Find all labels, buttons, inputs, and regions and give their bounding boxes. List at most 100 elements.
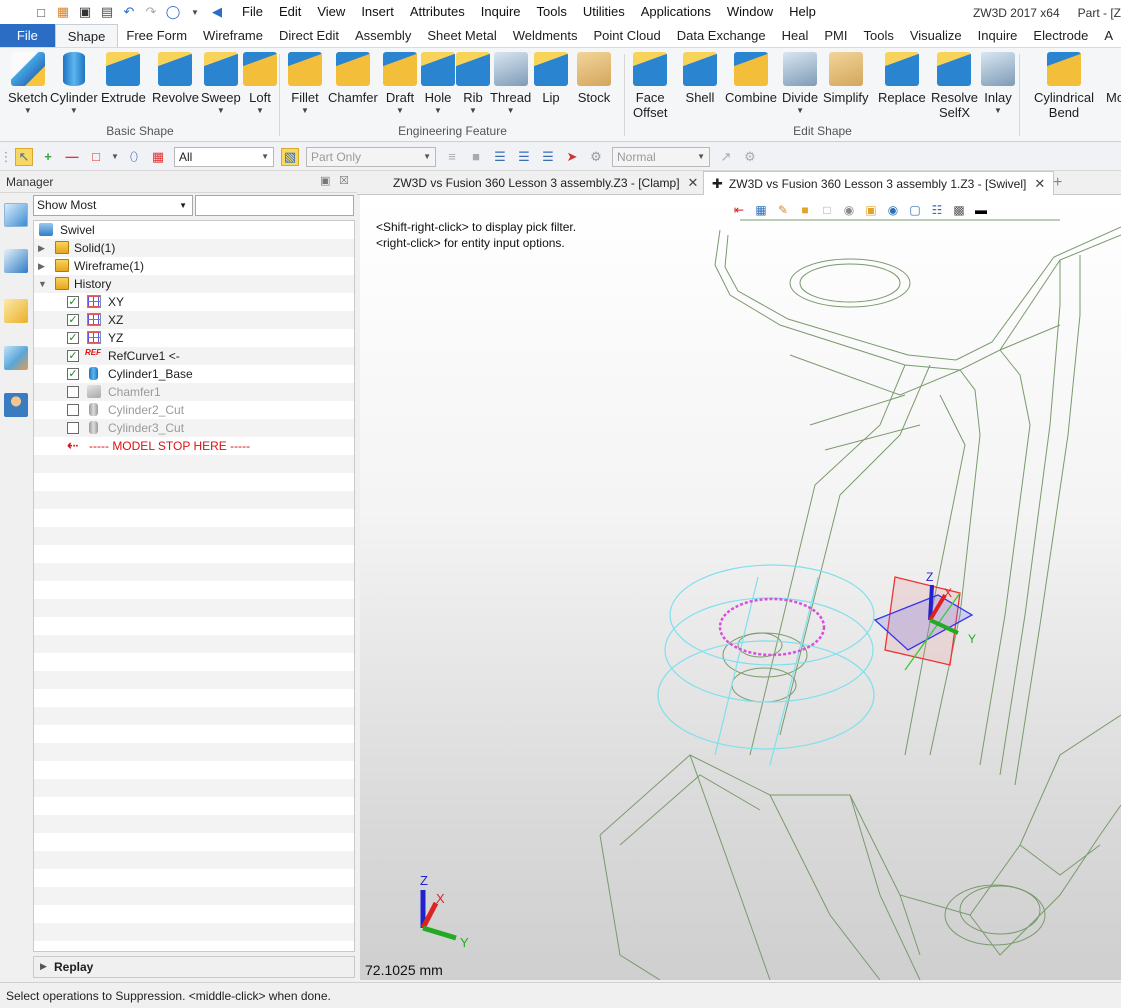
suppress-checkbox[interactable]: ✓ — [67, 296, 79, 308]
chevron-right-icon[interactable]: ▶ — [38, 239, 48, 257]
chevron-right-icon[interactable]: ▶ — [38, 257, 48, 275]
print-icon[interactable]: ▤ — [98, 3, 116, 21]
combine-button[interactable]: Combine — [725, 52, 777, 105]
stack-icon[interactable]: ≡ — [443, 148, 461, 166]
tree-item-yz[interactable]: ✓ YZ — [34, 329, 354, 347]
tab-file[interactable]: File — [0, 24, 55, 47]
simplify-button[interactable]: Simplify — [823, 52, 869, 105]
suppress-checkbox[interactable] — [67, 386, 79, 398]
display-icon[interactable]: ▩ — [950, 201, 968, 219]
fit-icon[interactable]: ▢ — [906, 201, 924, 219]
tree-item-xy[interactable]: ✓ XY — [34, 293, 354, 311]
suppress-checkbox[interactable]: ✓ — [67, 368, 79, 380]
menu-file[interactable]: File — [234, 0, 271, 24]
menu-attributes[interactable]: Attributes — [402, 0, 473, 24]
align-right-icon[interactable]: ☰ — [539, 148, 557, 166]
user-icon[interactable] — [4, 393, 28, 417]
sketch-button[interactable]: Sketch ▼ — [8, 52, 48, 117]
zoom-icon[interactable]: ◉ — [884, 201, 902, 219]
lock-icon[interactable]: ■ — [467, 148, 485, 166]
menu-edit[interactable]: Edit — [271, 0, 309, 24]
extrude-button[interactable]: Extrude — [101, 52, 146, 105]
dropdown-icon[interactable]: ▼ — [186, 3, 204, 21]
tree-root[interactable]: Swivel — [34, 221, 354, 239]
tree-item-history[interactable]: ▼ History — [34, 275, 354, 293]
tab-visualize[interactable]: Visualize — [902, 24, 970, 47]
close-tab-icon[interactable]: ✕ — [1034, 176, 1045, 191]
menu-utilities[interactable]: Utilities — [575, 0, 633, 24]
pointer-icon[interactable]: ➤ — [563, 148, 581, 166]
tab-direct-edit[interactable]: Direct Edit — [271, 24, 347, 47]
align-left-icon[interactable]: ☰ — [491, 148, 509, 166]
fillet-button[interactable]: Fillet ▼ — [288, 52, 322, 117]
tree-item-refcurve[interactable]: ✓ REF RefCurve1 <- — [34, 347, 354, 365]
filter-select[interactable]: All ▼ — [174, 146, 274, 167]
tab-electrode[interactable]: Electrode — [1025, 24, 1096, 47]
rib-button[interactable]: Rib ▼ — [456, 52, 490, 117]
chamfer-button[interactable]: Chamfer — [328, 52, 378, 105]
cylindrical-bend-button[interactable]: Cylindrical Bend — [1034, 52, 1094, 120]
section-icon[interactable]: ☷ — [928, 201, 946, 219]
chevron-right-icon[interactable]: ▶ — [40, 961, 47, 972]
menu-inquire[interactable]: Inquire — [473, 0, 529, 24]
box-select-icon[interactable]: □ — [87, 148, 105, 166]
loft-button[interactable]: Loft ▼ — [243, 52, 277, 117]
divide-button[interactable]: Divide ▼ — [782, 52, 818, 117]
menu-applications[interactable]: Applications — [633, 0, 719, 24]
doc-tab-clamp[interactable]: ZW3D vs Fusion 360 Lesson 3 assembly.Z3 … — [385, 171, 706, 195]
redo-icon[interactable]: ↷ — [142, 3, 160, 21]
chevron-down-icon[interactable]: ▼ — [111, 148, 119, 166]
filter-icon[interactable]: ▦ — [149, 148, 167, 166]
mode-select[interactable]: Normal ▼ — [612, 146, 710, 167]
tab-more[interactable]: A — [1096, 24, 1121, 47]
view-icon[interactable]: ▦ — [752, 201, 770, 219]
cylinder-button[interactable]: Cylinder ▼ — [50, 52, 98, 117]
tab-sheet-metal[interactable]: Sheet Metal — [419, 24, 504, 47]
replay-panel[interactable]: ▶ Replay — [33, 956, 355, 978]
tree-item-solid[interactable]: ▶ Solid(1) — [34, 239, 354, 257]
graphics-viewport[interactable]: Z X Y Z X Y <Shift-right-click> to displ… — [360, 195, 1121, 980]
part-icon[interactable] — [4, 299, 28, 323]
hole-button[interactable]: Hole ▼ — [421, 52, 455, 117]
model-stop-marker[interactable]: ⇠ ----- MODEL STOP HERE ----- — [34, 437, 354, 455]
image-icon[interactable] — [4, 346, 28, 370]
tab-weldments[interactable]: Weldments — [505, 24, 586, 47]
wire-icon[interactable]: □ — [818, 201, 836, 219]
tree-item-chamfer1[interactable]: Chamfer1 — [34, 383, 354, 401]
suppress-checkbox[interactable]: ✓ — [67, 314, 79, 326]
tab-pmi[interactable]: PMI — [816, 24, 855, 47]
shell-button[interactable]: Shell — [683, 52, 717, 105]
pick-cursor-icon[interactable]: ↖ — [15, 147, 33, 166]
exit-icon[interactable]: ⇤ — [730, 201, 748, 219]
undo-icon[interactable]: ↶ — [120, 3, 138, 21]
draft-button[interactable]: Draft ▼ — [383, 52, 417, 117]
part-scope-icon[interactable]: ▧ — [281, 147, 299, 166]
revolve-button[interactable]: Revolve — [152, 52, 199, 105]
open-icon[interactable]: ▦ — [54, 3, 72, 21]
suppress-checkbox[interactable]: ✓ — [67, 332, 79, 344]
suppress-checkbox[interactable] — [67, 422, 79, 434]
manager-search-input[interactable] — [195, 195, 354, 216]
sweep-button[interactable]: Sweep ▼ — [201, 52, 241, 117]
menu-help[interactable]: Help — [781, 0, 824, 24]
replace-button[interactable]: Replace — [878, 52, 926, 105]
tab-heal[interactable]: Heal — [774, 24, 817, 47]
lip-button[interactable]: Lip — [534, 52, 568, 105]
tab-tools[interactable]: Tools — [856, 24, 902, 47]
add-icon[interactable]: + — [39, 148, 57, 166]
new-icon[interactable]: □ — [32, 3, 50, 21]
resolve-selfx-button[interactable]: Resolve SelfX — [931, 52, 978, 120]
tree-item-xz[interactable]: ✓ XZ — [34, 311, 354, 329]
remove-icon[interactable]: — — [63, 148, 81, 166]
tab-data-exchange[interactable]: Data Exchange — [669, 24, 774, 47]
suppress-checkbox[interactable]: ✓ — [67, 350, 79, 362]
tab-point-cloud[interactable]: Point Cloud — [586, 24, 669, 47]
save-icon[interactable]: ▣ — [76, 3, 94, 21]
tree-item-cylinder2[interactable]: Cylinder2_Cut — [34, 401, 354, 419]
tab-assembly[interactable]: Assembly — [347, 24, 419, 47]
tree-item-wireframe[interactable]: ▶ Wireframe(1) — [34, 257, 354, 275]
back-icon[interactable]: ◀ — [208, 3, 226, 21]
tab-free-form[interactable]: Free Form — [118, 24, 195, 47]
select-icon[interactable]: ◯ — [164, 3, 182, 21]
assembly-tree-icon[interactable] — [4, 249, 28, 273]
